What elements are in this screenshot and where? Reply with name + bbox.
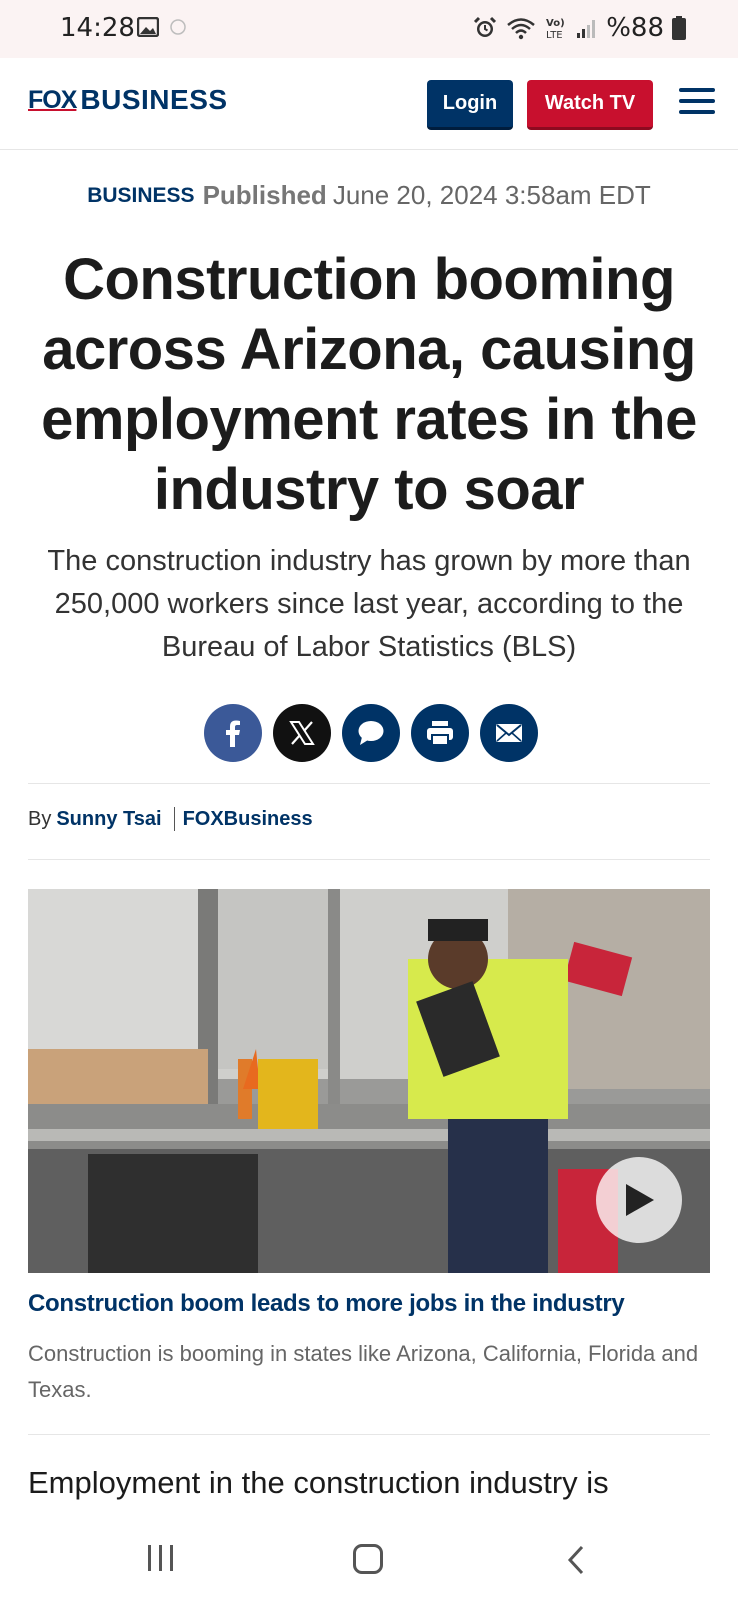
signal-icon (577, 20, 596, 38)
hamburger-menu-icon[interactable] (679, 88, 715, 114)
article-headline: Construction booming across Arizona, cau… (41, 247, 697, 522)
divider (28, 859, 710, 860)
share-buttons (204, 704, 538, 762)
outlet-link[interactable]: FOXBusiness (183, 808, 313, 831)
status-bar: 14:28 Vo) LTE %88 (0, 0, 738, 58)
author-link[interactable]: Sunny Tsai (56, 808, 161, 831)
published-label: Published (202, 180, 327, 210)
wifi-icon (507, 18, 536, 40)
print-button[interactable] (411, 704, 469, 762)
article-dek: The construction industry has grown by m… (47, 545, 691, 663)
svg-text:LTE: LTE (546, 30, 563, 40)
fox-business-logo[interactable]: FOX BUSINESS (28, 84, 228, 115)
loading-circle-icon (170, 19, 186, 35)
recent-apps-icon[interactable] (148, 1545, 173, 1571)
comment-share-button[interactable] (342, 704, 400, 762)
alarm-icon (474, 16, 497, 37)
article-body-paragraph: Employment in the construction industry … (28, 1465, 609, 1500)
logo-business-text: BUSINESS (80, 84, 228, 115)
email-share-button[interactable] (480, 704, 538, 762)
video-caption: Construction is booming in states like A… (28, 1341, 699, 1402)
volte-icon: Vo) LTE (546, 18, 565, 40)
comment-icon (358, 721, 384, 745)
video-title[interactable]: Construction boom leads to more jobs in … (28, 1290, 718, 1318)
logo-fox-text: FOX (28, 85, 77, 114)
svg-text:Vo): Vo) (546, 18, 565, 29)
watch-tv-button[interactable]: Watch TV (527, 80, 653, 130)
article-meta: BUSINESS Published June 20, 2024 3:58am ED… (0, 180, 738, 211)
facebook-icon (226, 720, 240, 747)
x-share-button[interactable] (273, 704, 331, 762)
divider (28, 783, 710, 784)
login-button[interactable]: Login (427, 80, 513, 130)
facebook-share-button[interactable] (204, 704, 262, 762)
byline: By Sunny Tsai FOXBusiness (28, 807, 313, 831)
print-icon (427, 721, 453, 746)
byline-prefix: By (28, 807, 52, 830)
back-icon[interactable] (566, 1544, 586, 1576)
status-time: 14:28 (60, 13, 135, 43)
play-button[interactable] (596, 1157, 682, 1243)
x-icon (289, 721, 315, 745)
system-nav-bar (0, 1525, 738, 1600)
site-header: FOX BUSINESS Login Watch TV (0, 58, 738, 150)
home-icon[interactable] (353, 1544, 383, 1574)
battery-icon (672, 16, 686, 40)
divider (28, 1434, 710, 1435)
battery-percentage: %88 (606, 13, 664, 43)
email-icon (496, 724, 522, 742)
category-eyebrow[interactable]: BUSINESS (87, 184, 194, 207)
play-icon (626, 1184, 654, 1216)
video-player[interactable] (28, 889, 710, 1273)
byline-separator (173, 807, 175, 831)
published-date: June 20, 2024 3:58am EDT (332, 180, 651, 210)
image-icon (137, 17, 159, 37)
